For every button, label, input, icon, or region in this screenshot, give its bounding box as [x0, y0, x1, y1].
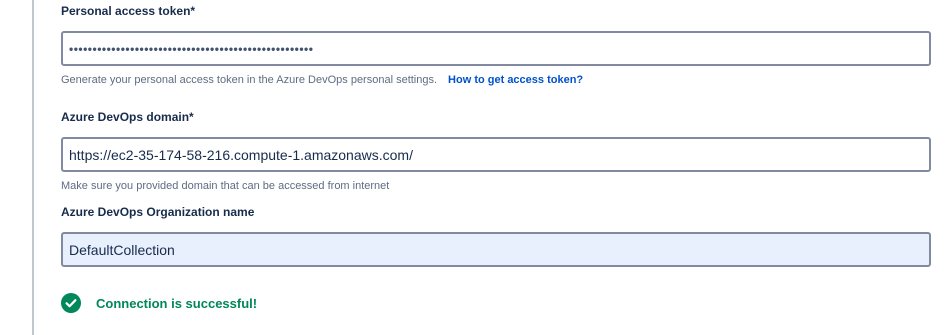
connection-status: Connection is successful! [61, 292, 257, 314]
token-input[interactable]: ••••••••••••••••••••••••••••••••••••••••… [61, 31, 931, 66]
domain-input[interactable]: https://ec2-35-174-58-216.compute-1.amaz… [61, 137, 931, 172]
how-to-get-token-link[interactable]: How to get access token? [448, 74, 583, 86]
token-helper-text: Generate your personal access token in t… [61, 74, 438, 86]
check-circle-icon [61, 293, 81, 313]
domain-label: Azure DevOps domain* [61, 110, 194, 124]
panel-left-border [32, 0, 34, 335]
domain-helper: Make sure you provided domain that can b… [61, 180, 390, 192]
token-label: Personal access token* [61, 4, 196, 18]
azure-devops-connection-form: Personal access token* •••••••••••••••••… [0, 0, 950, 335]
token-helper: Generate your personal access token in t… [61, 74, 583, 86]
organization-label: Azure DevOps Organization name [61, 205, 255, 219]
connection-status-text: Connection is successful! [96, 295, 258, 311]
organization-input[interactable]: DefaultCollection [61, 232, 931, 267]
